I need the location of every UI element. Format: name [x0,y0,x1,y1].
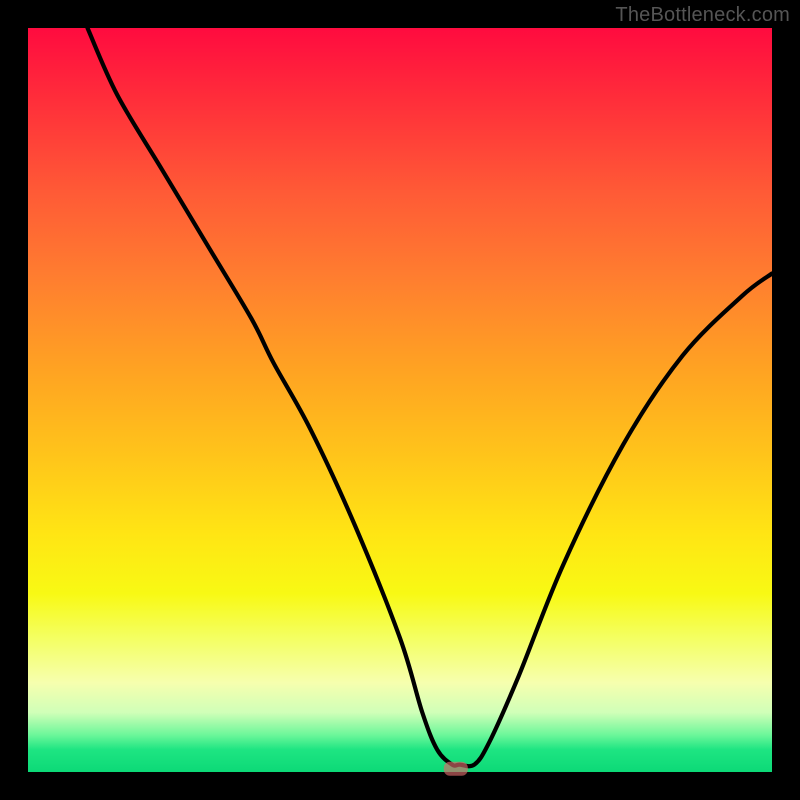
watermark-text: TheBottleneck.com [615,4,790,27]
curve-path [88,28,773,766]
minimum-marker [444,762,468,776]
chart-frame: TheBottleneck.com [0,0,800,800]
plot-area [28,28,772,772]
curve-svg [28,28,772,772]
